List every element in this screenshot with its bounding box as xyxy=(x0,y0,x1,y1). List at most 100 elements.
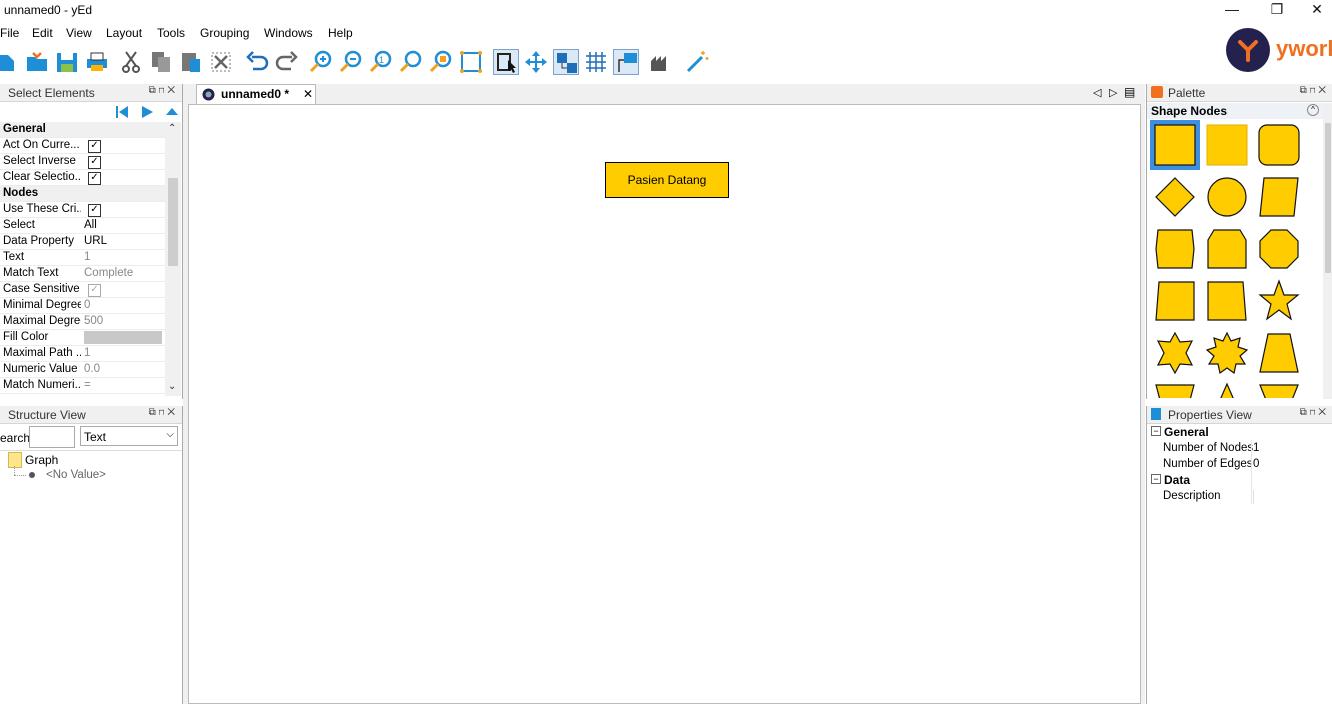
select-property-row[interactable]: Use These Cri... ✓ xyxy=(0,202,165,218)
select-property-value[interactable]: = xyxy=(84,379,162,391)
panel-controls-icon[interactable]: ⧉⊓✕ xyxy=(1300,85,1329,96)
select-property-row[interactable]: Act On Curre... ✓ xyxy=(0,138,165,154)
select-property-value[interactable]: 1 xyxy=(84,251,162,263)
panel-controls-icon[interactable]: ⧉⊓✕ xyxy=(1300,407,1329,418)
play-icon[interactable] xyxy=(139,104,155,123)
tab-close-icon[interactable]: ✕ xyxy=(303,87,313,101)
checkbox[interactable]: ✓ xyxy=(88,204,101,217)
open-folder-icon[interactable] xyxy=(24,49,50,75)
move-icon[interactable] xyxy=(523,49,549,75)
select-property-row[interactable]: Maximal Degree 500 xyxy=(0,314,165,330)
collapse-general-icon[interactable]: − xyxy=(1151,426,1161,436)
trapezoid-shape-icon[interactable] xyxy=(1254,328,1304,378)
select-property-row[interactable]: Fill Color xyxy=(0,330,165,346)
graph-canvas[interactable]: Pasien Datang xyxy=(188,104,1141,704)
select-property-row[interactable]: Case Sensitive ✓ xyxy=(0,282,165,298)
snap-icon[interactable] xyxy=(553,49,579,75)
save-icon[interactable] xyxy=(54,49,80,75)
star5-shape-icon[interactable] xyxy=(1254,276,1304,326)
menu-layout[interactable]: Layout xyxy=(106,26,142,40)
rectangle-flat-shape-icon[interactable] xyxy=(1202,120,1252,170)
collapse-data-icon[interactable]: − xyxy=(1151,474,1161,484)
checkbox[interactable]: ✓ xyxy=(88,284,101,297)
restore-button[interactable]: ❐ xyxy=(1257,0,1297,20)
star6-shape-icon[interactable] xyxy=(1150,328,1200,378)
parallelogram-shape-icon[interactable] xyxy=(1254,172,1304,222)
close-button[interactable]: ✕ xyxy=(1302,0,1332,20)
checkbox[interactable]: ✓ xyxy=(88,172,101,185)
round-rectangle-shape-icon[interactable] xyxy=(1254,120,1304,170)
select-property-row[interactable]: Maximal Path ... 1 xyxy=(0,346,165,362)
zoom-selection-icon[interactable] xyxy=(398,49,424,75)
select-property-row[interactable]: Minimal Degree 0 xyxy=(0,298,165,314)
menu-file[interactable]: File xyxy=(0,26,19,40)
paste-icon[interactable] xyxy=(178,49,204,75)
trapezoid-right-shape-icon[interactable] xyxy=(1202,276,1252,326)
tab-next-icon[interactable]: ▷ xyxy=(1109,86,1117,99)
first-icon[interactable] xyxy=(114,104,130,123)
select-property-row[interactable]: Match Numeri... = xyxy=(0,378,165,394)
menu-help[interactable]: Help xyxy=(328,26,353,40)
rectangle-shape-icon[interactable] xyxy=(1150,120,1200,170)
fill-color-swatch[interactable] xyxy=(84,331,162,344)
copy-icon[interactable] xyxy=(148,49,174,75)
zoom-in-icon[interactable] xyxy=(308,49,334,75)
tree-child-no-value[interactable]: <No Value> xyxy=(46,469,106,481)
menu-tools[interactable]: Tools xyxy=(157,26,185,40)
edit-mode-icon[interactable] xyxy=(493,49,519,75)
layout-icon[interactable] xyxy=(648,49,674,75)
select-property-value[interactable]: 0 xyxy=(84,299,162,311)
select-property-row[interactable]: Match Text Complete xyxy=(0,266,165,282)
tab-list-icon[interactable]: ▤ xyxy=(1124,85,1135,99)
star8-shape-icon[interactable] xyxy=(1202,328,1252,378)
zoom-area-icon[interactable] xyxy=(428,49,454,75)
prop-value-description[interactable] xyxy=(1253,490,1332,504)
partial-shape-3-icon[interactable] xyxy=(1254,380,1304,398)
select-property-row[interactable]: Select Inverse ✓ xyxy=(0,154,165,170)
delete-icon[interactable] xyxy=(208,49,234,75)
tab-unnamed0[interactable]: unnamed0 * ✕ xyxy=(196,84,316,104)
new-document-icon[interactable] xyxy=(0,49,18,75)
minimize-button[interactable]: — xyxy=(1212,0,1252,20)
node-pasien-datang[interactable]: Pasien Datang xyxy=(605,162,729,198)
trapezoid-left-shape-icon[interactable] xyxy=(1150,276,1200,326)
menu-windows[interactable]: Windows xyxy=(264,26,313,40)
magic-wand-icon[interactable] xyxy=(684,49,710,75)
select-property-value[interactable]: URL xyxy=(84,235,162,247)
redo-icon[interactable] xyxy=(274,49,300,75)
zoom-out-icon[interactable] xyxy=(338,49,364,75)
structure-filter-select[interactable]: Text ⌵ xyxy=(80,426,178,446)
select-property-row[interactable]: Clear Selectio... ✓ xyxy=(0,170,165,186)
checkbox[interactable]: ✓ xyxy=(88,156,101,169)
select-property-value[interactable]: 1 xyxy=(84,347,162,359)
structure-search-input[interactable] xyxy=(29,426,75,448)
select-property-row[interactable]: Text 1 xyxy=(0,250,165,266)
select-property-value[interactable]: 500 xyxy=(84,315,162,327)
select-property-value[interactable]: Complete xyxy=(84,267,162,279)
palette-scrollbar[interactable] xyxy=(1323,103,1332,399)
zoom-original-icon[interactable]: 1 xyxy=(368,49,394,75)
collapse-up-icon[interactable] xyxy=(164,104,180,123)
hexagon-flat-shape-icon[interactable] xyxy=(1202,224,1252,274)
hexagon-shape-icon[interactable] xyxy=(1150,224,1200,274)
select-property-row[interactable]: Data Property URL xyxy=(0,234,165,250)
select-property-value[interactable]: All xyxy=(84,219,162,231)
select-property-value[interactable]: 0.0 xyxy=(84,363,162,375)
tab-prev-icon[interactable]: ◁ xyxy=(1093,86,1101,99)
collapse-section-icon[interactable]: ^ xyxy=(1307,104,1319,116)
partial-shape-2-icon[interactable] xyxy=(1202,380,1252,398)
partial-shape-1-icon[interactable] xyxy=(1150,380,1200,398)
select-property-row[interactable]: Numeric Value 0.0 xyxy=(0,362,165,378)
print-icon[interactable] xyxy=(84,49,110,75)
octagon-shape-icon[interactable] xyxy=(1254,224,1304,274)
palette-section-header[interactable]: Shape Nodes ^ xyxy=(1147,103,1323,119)
panel-controls-icon[interactable]: ⧉⊓✕ xyxy=(149,407,178,418)
tree-root-graph[interactable]: Graph xyxy=(25,453,58,467)
grid-icon[interactable] xyxy=(583,49,609,75)
fit-content-icon[interactable] xyxy=(458,49,484,75)
checkbox[interactable]: ✓ xyxy=(88,140,101,153)
diamond-shape-icon[interactable] xyxy=(1150,172,1200,222)
menu-view[interactable]: View xyxy=(66,26,92,40)
orthogonal-edges-icon[interactable] xyxy=(613,49,639,75)
ellipse-shape-icon[interactable] xyxy=(1202,172,1252,222)
